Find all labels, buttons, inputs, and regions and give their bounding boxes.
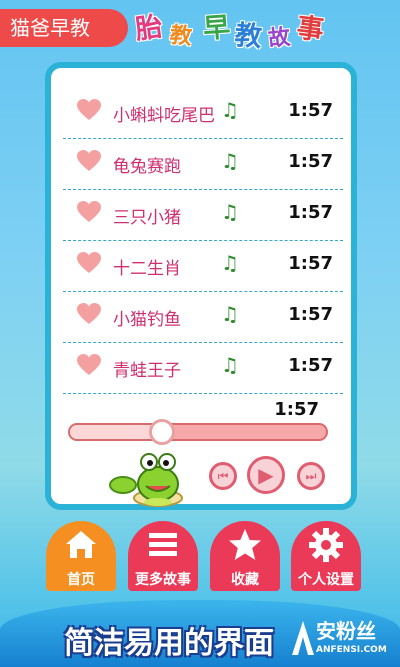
- nav-more-stories-label: 更多故事: [135, 572, 191, 588]
- nav-settings-button[interactable]: 个人设置: [291, 521, 361, 591]
- skip-back-icon: ⏮: [217, 468, 229, 483]
- watermark-url: ANFENSI.COM: [316, 645, 387, 655]
- nav-more-stories-button[interactable]: 更多故事: [128, 521, 198, 591]
- song-title: 小猫钓鱼: [113, 310, 181, 330]
- nav-home-button[interactable]: 首页: [46, 521, 116, 591]
- heart-icon[interactable]: [77, 354, 101, 376]
- heart-icon[interactable]: [77, 303, 101, 325]
- nav-favorites-label: 收藏: [231, 572, 259, 588]
- star-icon: [229, 529, 261, 560]
- music-note-icon: ♫: [221, 200, 239, 224]
- watermark-logo-icon: [292, 621, 314, 655]
- heart-icon[interactable]: [77, 201, 101, 223]
- song-duration: 1:57: [288, 202, 333, 223]
- home-icon: [66, 531, 96, 558]
- song-title: 十二生肖: [113, 259, 181, 279]
- song-title: 龟兔赛跑: [113, 157, 181, 177]
- gear-icon: [309, 528, 343, 562]
- song-row[interactable]: 小猫钓鱼 ♫ 1:57: [63, 292, 343, 343]
- nav-home-label: 首页: [67, 572, 95, 588]
- title-char: 教: [168, 22, 194, 51]
- site-watermark: 安粉丝 ANFENSI.COM: [288, 615, 398, 665]
- song-row[interactable]: 三只小猪 ♫ 1:57: [63, 190, 343, 241]
- song-title: 小蝌蚪吃尾巴: [113, 106, 215, 126]
- heart-icon[interactable]: [77, 252, 101, 274]
- song-duration: 1:57: [288, 100, 333, 121]
- nav-settings-label: 个人设置: [298, 572, 354, 588]
- menu-icon: [149, 533, 177, 556]
- watermark-title: 安粉丝: [316, 619, 376, 643]
- song-duration: 1:57: [288, 253, 333, 274]
- play-icon: ▶: [258, 463, 274, 487]
- title-char: 早: [202, 12, 232, 45]
- song-title: 青蛙王子: [113, 361, 181, 381]
- title-art: 胎 教 早 教 故 事: [133, 4, 345, 54]
- title-char: 胎: [133, 11, 165, 46]
- progress-slider[interactable]: [68, 419, 328, 445]
- title-char: 故: [267, 24, 292, 53]
- title-char: 事: [294, 12, 326, 47]
- banner-caption: 简洁易用的界面: [64, 626, 274, 661]
- song-duration: 1:57: [288, 151, 333, 172]
- song-duration: 1:57: [288, 304, 333, 325]
- title-char: 教: [233, 19, 264, 54]
- song-row[interactable]: 青蛙王子 ♫ 1:57: [63, 343, 343, 394]
- song-title: 三只小猪: [113, 208, 181, 228]
- music-note-icon: ♫: [221, 98, 239, 122]
- app-name-badge: 猫爸早教: [0, 9, 128, 47]
- music-note-icon: ♫: [221, 149, 239, 173]
- music-note-icon: ♫: [221, 302, 239, 326]
- skip-forward-icon: ⏭: [305, 468, 317, 483]
- next-button[interactable]: ⏭: [297, 462, 325, 490]
- total-time: 1:57: [274, 399, 319, 420]
- music-note-icon: ♫: [221, 353, 239, 377]
- heart-icon[interactable]: [77, 99, 101, 121]
- music-note-icon: ♫: [221, 251, 239, 275]
- progress-knob[interactable]: [149, 419, 176, 445]
- song-row[interactable]: 龟兔赛跑 ♫ 1:57: [63, 139, 343, 190]
- play-button[interactable]: ▶: [247, 456, 285, 494]
- previous-button[interactable]: ⏮: [209, 462, 237, 490]
- song-duration: 1:57: [288, 355, 333, 376]
- frog-mascot-icon: [109, 453, 183, 507]
- song-row[interactable]: 十二生肖 ♫ 1:57: [63, 241, 343, 292]
- song-row[interactable]: 小蝌蚪吃尾巴 ♫ 1:57: [63, 88, 343, 139]
- nav-favorites-button[interactable]: 收藏: [210, 521, 280, 591]
- song-list: 小蝌蚪吃尾巴 ♫ 1:57 龟兔赛跑 ♫ 1:57 三只小猪 ♫ 1:57 十二…: [63, 88, 343, 394]
- heart-icon[interactable]: [77, 150, 101, 172]
- playlist-card: 小蝌蚪吃尾巴 ♫ 1:57 龟兔赛跑 ♫ 1:57 三只小猪 ♫ 1:57 十二…: [45, 62, 357, 510]
